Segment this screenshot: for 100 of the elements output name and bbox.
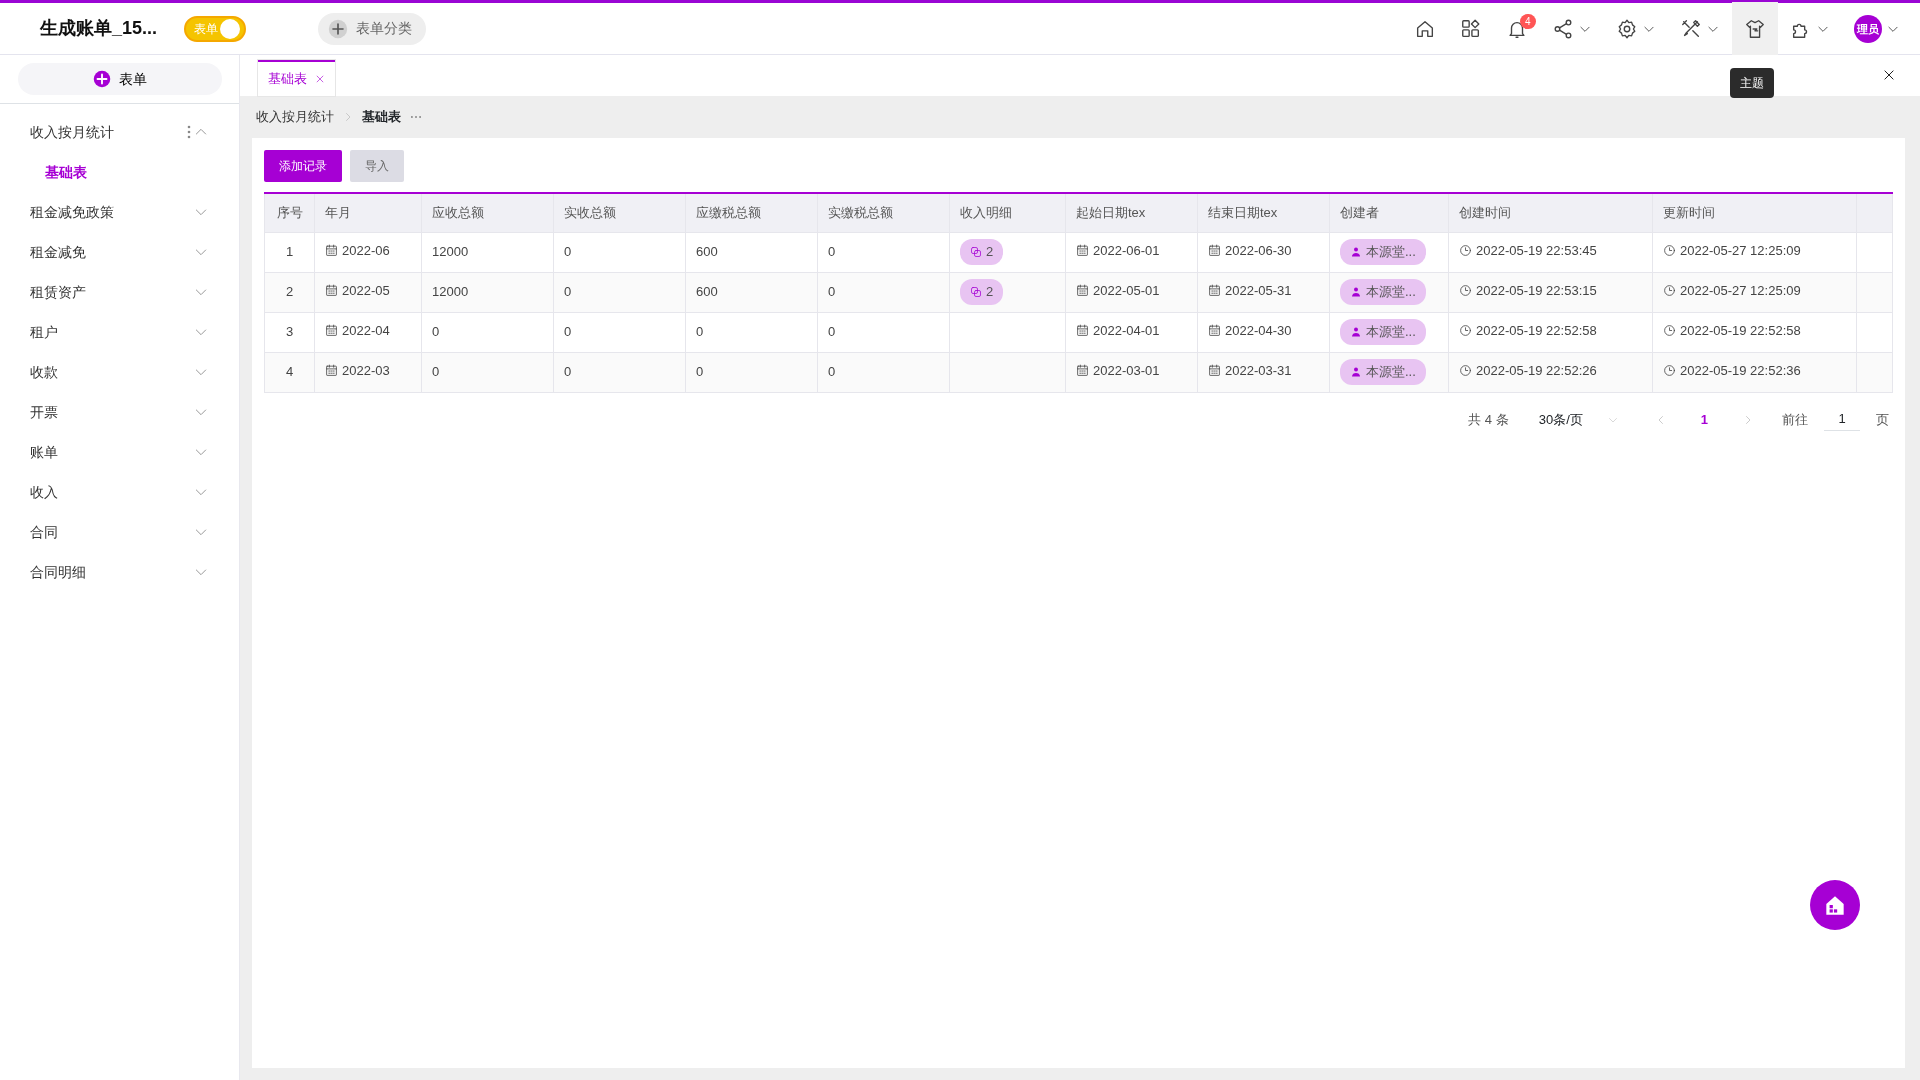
table-cell: 2022-04-30 — [1208, 321, 1292, 341]
table-cell: 2022-05-19 22:53:45 — [1459, 241, 1597, 261]
clock-icon — [1663, 284, 1676, 298]
table-cell: 0 — [828, 324, 836, 340]
link-icon — [970, 286, 982, 298]
settings-icon — [1616, 17, 1638, 40]
linked-count-tag[interactable]: 2 — [960, 279, 1004, 305]
user-tag: 本源堂... — [1340, 319, 1426, 345]
sidebar-item[interactable]: 租金减免 — [0, 232, 239, 272]
page-size-select[interactable]: 30条/页 — [1530, 409, 1627, 430]
table-cell: 0 — [828, 284, 836, 300]
table-cell: 0 — [696, 324, 704, 340]
sidebar-item[interactable]: 开票 — [0, 392, 239, 432]
sidebar-item[interactable]: 收款 — [0, 352, 239, 392]
table-cell: 0 — [564, 244, 572, 260]
table-cell: 2022-05-19 22:52:58 — [1459, 321, 1597, 341]
add-category-button[interactable]: 表单分类 — [318, 12, 426, 45]
person-icon — [1350, 286, 1362, 298]
row-number: 4 — [285, 364, 294, 380]
column-header: 结束日期tex — [1197, 193, 1330, 232]
column-header: 应缴税总额 — [685, 193, 818, 232]
shirt-icon — [1744, 17, 1766, 40]
table-cell: 0 — [696, 364, 704, 380]
column-header: 收入明细 — [949, 193, 1066, 232]
sidebar-item[interactable]: 收入 — [0, 472, 239, 512]
breadcrumb-item[interactable]: 基础表 — [362, 107, 401, 127]
table-cell: 12000 — [432, 284, 469, 300]
more-icon — [185, 124, 193, 140]
table-cell: 600 — [696, 244, 718, 260]
table-cell: 2022-05-19 22:52:26 — [1459, 361, 1597, 381]
table-cell: 0 — [564, 284, 572, 300]
calendar-icon — [1076, 284, 1089, 298]
shirt-icon-button[interactable] — [1732, 1, 1778, 56]
table-cell: 2022-06-30 — [1208, 241, 1292, 261]
total-count: 共 4 条 — [1468, 410, 1509, 429]
table-cell: 0 — [828, 364, 836, 380]
column-header: 实缴税总额 — [817, 193, 950, 232]
import-button[interactable]: 导入 — [350, 150, 404, 182]
sidebar-item[interactable]: 账单 — [0, 432, 239, 472]
sidebar-item[interactable]: 租赁资产 — [0, 272, 239, 312]
avatar-menu[interactable]: 理员 — [1842, 1, 1912, 56]
new-form-button[interactable]: 表单 — [18, 63, 222, 95]
calendar-icon — [325, 284, 338, 298]
sidebar-item[interactable]: 租金减免政策 — [0, 192, 239, 232]
user-avatar: 理员 — [1854, 14, 1882, 43]
calendar-icon — [1208, 244, 1221, 258]
notification-badge: 4 — [1520, 13, 1536, 29]
table-cell: 2022-05-19 22:53:15 — [1459, 281, 1597, 301]
user-tag: 本源堂... — [1340, 359, 1426, 385]
column-header: 创建者 — [1329, 193, 1449, 232]
calendar-icon — [325, 244, 338, 258]
table-cell: 2022-05-31 — [1208, 281, 1292, 301]
app-title: 生成账单_15... — [40, 17, 159, 40]
goto-label: 前往 — [1782, 410, 1808, 429]
linked-count-tag[interactable]: 2 — [960, 239, 1004, 265]
calendar-icon — [325, 364, 338, 378]
plus-icon — [93, 70, 111, 88]
table-cell: 600 — [696, 284, 718, 300]
calendar-icon — [1076, 364, 1089, 378]
sidebar-item[interactable]: 合同 — [0, 512, 239, 552]
clock-icon — [1459, 364, 1472, 378]
breadcrumb-item[interactable]: 收入按月统计 — [256, 107, 334, 127]
column-header: 起始日期tex — [1065, 193, 1198, 232]
tools-icon — [1680, 17, 1702, 40]
clock-icon — [1459, 284, 1472, 298]
apps-icon — [1460, 17, 1482, 40]
table-cell: 2022-05-19 22:52:58 — [1663, 321, 1801, 341]
column-header: 应收总额 — [421, 193, 554, 232]
close-icon — [315, 74, 325, 84]
sidebar-item[interactable]: 租户 — [0, 312, 239, 352]
calendar-icon — [1076, 324, 1089, 338]
row-number: 1 — [285, 244, 294, 260]
column-header: 年月 — [314, 193, 422, 232]
table-cell: 0 — [432, 364, 440, 380]
page-number[interactable]: 1 — [1694, 408, 1714, 431]
table-cell: 2022-05-19 22:52:36 — [1663, 361, 1801, 381]
link-icon — [970, 246, 982, 258]
column-header: 更新时间 — [1652, 193, 1857, 232]
table-cell: 2022-06-01 — [1076, 241, 1160, 261]
table-cell: 2022-03-31 — [1208, 361, 1292, 381]
table-cell: 2022-03 — [325, 361, 390, 381]
page-suffix: 页 — [1876, 410, 1889, 429]
tab[interactable]: 基础表 — [258, 60, 335, 96]
column-header: 实收总额 — [553, 193, 686, 232]
person-icon — [1350, 326, 1362, 338]
clock-icon — [1459, 244, 1472, 258]
table-cell: 2022-04-01 — [1076, 321, 1160, 341]
person-icon — [1350, 366, 1362, 378]
add-record-button[interactable]: 添加记录 — [264, 150, 342, 182]
sidebar-subitem[interactable]: 基础表 — [45, 161, 87, 183]
sidebar-item[interactable]: 合同明细 — [0, 552, 239, 592]
column-header: 序号 — [264, 193, 315, 232]
calendar-icon — [1076, 244, 1089, 258]
sidebar-item[interactable]: 收入按月统计 — [0, 112, 239, 152]
table-cell: 2022-04 — [325, 321, 390, 341]
table-cell: 2022-05 — [325, 281, 390, 301]
table-cell: 0 — [564, 364, 572, 380]
calendar-icon — [325, 324, 338, 338]
table-cell: 0 — [432, 324, 440, 340]
table-cell: 0 — [564, 324, 572, 340]
